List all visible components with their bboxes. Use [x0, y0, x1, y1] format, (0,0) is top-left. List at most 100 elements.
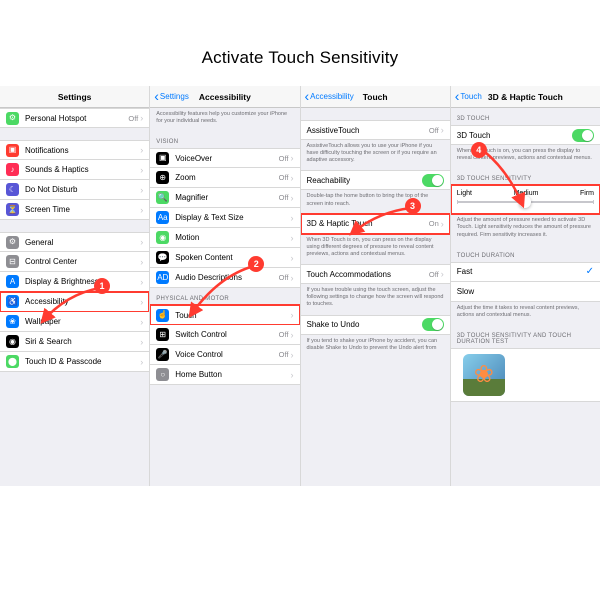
row-label: Display & Text Size: [175, 213, 290, 222]
nav-bar: Settings Accessibility: [150, 86, 299, 108]
settings-row[interactable]: ⚙ General: [0, 232, 149, 252]
back-link[interactable]: Settings: [154, 92, 189, 101]
flower-test-icon[interactable]: [463, 354, 505, 396]
row-value: Off: [279, 154, 289, 163]
settings-row[interactable]: ⚙Personal HotspotOff: [0, 108, 149, 128]
row-fast[interactable]: Fast ✓: [451, 262, 600, 282]
chevron-right-icon: [291, 273, 294, 283]
top-desc: Accessibility features help you customiz…: [150, 108, 299, 131]
row-label: General: [25, 238, 140, 247]
row-icon: A: [6, 275, 19, 288]
chevron-right-icon: [291, 370, 294, 380]
row-label: Voice Control: [175, 350, 278, 359]
label: AssistiveTouch: [307, 126, 429, 135]
toggle-on-icon[interactable]: [572, 129, 594, 142]
settings-row[interactable]: 🎤Voice ControlOff: [150, 345, 299, 365]
row-icon: ◉: [156, 231, 169, 244]
row-label: VoiceOver: [175, 154, 278, 163]
row-icon: 💬: [156, 251, 169, 264]
test-area[interactable]: [451, 348, 600, 402]
settings-row[interactable]: ▣Notifications: [0, 140, 149, 160]
settings-row[interactable]: Aa Display & Text Size: [150, 208, 299, 228]
chevron-right-icon: [140, 297, 143, 307]
settings-row[interactable]: 🔍MagnifierOff: [150, 188, 299, 208]
label: 3D Touch: [457, 131, 572, 140]
chevron-right-icon: [140, 317, 143, 327]
section: TOUCH DURATION: [451, 245, 600, 262]
step-badge-3: 3: [405, 198, 421, 214]
label: Shake to Undo: [307, 320, 422, 329]
desc: If you tend to shake your iPhone by acci…: [301, 335, 450, 358]
back-link[interactable]: Touch: [455, 92, 482, 101]
row-icon: ⊟: [6, 255, 19, 268]
row-value: Off: [279, 193, 289, 202]
settings-row[interactable]: ⊕ZoomOff: [150, 168, 299, 188]
row-slow[interactable]: Slow: [451, 282, 600, 302]
settings-row[interactable]: ♪Sounds & Haptics: [0, 160, 149, 180]
settings-row[interactable]: ⊞ Switch ControlOff: [150, 325, 299, 345]
row-label: Sounds & Haptics: [25, 165, 140, 174]
desc: Adjust the amount of pressure needed to …: [451, 214, 600, 244]
checkmark-icon: ✓: [586, 266, 594, 277]
row-icon: ⏳: [6, 203, 19, 216]
desc: If you have trouble using the touch scre…: [301, 284, 450, 314]
nav-bar: Touch 3D & Haptic Touch: [451, 86, 600, 108]
row-icon: ⊞: [156, 328, 169, 341]
row-label: Zoom: [175, 173, 278, 182]
settings-row[interactable]: ⬤Touch ID & Passcode: [0, 352, 149, 372]
row-shake[interactable]: Shake to Undo: [301, 315, 450, 335]
chevron-right-icon: [291, 330, 294, 340]
row-label: Do Not Disturb: [25, 185, 140, 194]
row-label: Home Button: [175, 370, 290, 379]
row-value: Off: [279, 350, 289, 359]
row-reachability[interactable]: Reachability: [301, 170, 450, 190]
settings-row[interactable]: ◉ Motion: [150, 228, 299, 248]
settings-row[interactable]: ▣ VoiceOverOff: [150, 148, 299, 168]
row-assistivetouch[interactable]: AssistiveTouch Off: [301, 120, 450, 140]
toggle-on-icon[interactable]: [422, 174, 444, 187]
label: Slow: [457, 287, 594, 296]
panel-settings: Settings ⚙Personal HotspotOff▣Notificati…: [0, 86, 150, 486]
row-touch-accom[interactable]: Touch Accommodations Off: [301, 264, 450, 284]
toggle-on-icon[interactable]: [422, 318, 444, 331]
back-link[interactable]: Accessibility: [305, 92, 354, 101]
label: Fast: [457, 267, 586, 276]
row-icon: AD: [156, 271, 169, 284]
row-label: Magnifier: [175, 193, 278, 202]
chevron-right-icon: [291, 253, 294, 263]
chevron-right-icon: [441, 125, 444, 135]
settings-row[interactable]: ⊟Control Center: [0, 252, 149, 272]
row-label: Touch ID & Passcode: [25, 357, 140, 366]
value: Off: [429, 126, 439, 135]
row-value: Off: [279, 273, 289, 282]
settings-row[interactable]: ◉ Siri & Search: [0, 332, 149, 352]
row-value: Off: [128, 114, 138, 123]
row-label: Notifications: [25, 146, 140, 155]
row-3dtouch-toggle[interactable]: 3D Touch: [451, 125, 600, 145]
settings-row[interactable]: ⏳Screen Time: [0, 200, 149, 220]
desc: AssistiveTouch allows you to use your iP…: [301, 140, 450, 170]
row-label: Switch Control: [175, 330, 278, 339]
slider-label-light: Light: [457, 190, 472, 197]
chevron-right-icon: [140, 165, 143, 175]
row-icon: Aa: [156, 211, 169, 224]
row-icon: ◉: [6, 335, 19, 348]
row-icon: ⚙: [6, 236, 19, 249]
row-icon: ❀: [6, 315, 19, 328]
settings-row[interactable]: ☾Do Not Disturb: [0, 180, 149, 200]
row-label: Motion: [175, 233, 290, 242]
value: On: [429, 219, 439, 228]
nav-title: 3D & Haptic Touch: [488, 92, 563, 102]
chevron-right-icon: [140, 277, 143, 287]
row-icon: ▣: [156, 152, 169, 165]
chevron-right-icon: [140, 145, 143, 155]
settings-row[interactable]: ○Home Button: [150, 365, 299, 385]
nav-bar: Accessibility Touch: [301, 86, 450, 108]
slider-label-firm: Firm: [580, 190, 594, 197]
row-label: Siri & Search: [25, 337, 140, 346]
row-value: Off: [279, 173, 289, 182]
row-icon: ♿: [6, 295, 19, 308]
row-value: Off: [279, 330, 289, 339]
chevron-right-icon: [291, 193, 294, 203]
label: Reachability: [307, 176, 422, 185]
